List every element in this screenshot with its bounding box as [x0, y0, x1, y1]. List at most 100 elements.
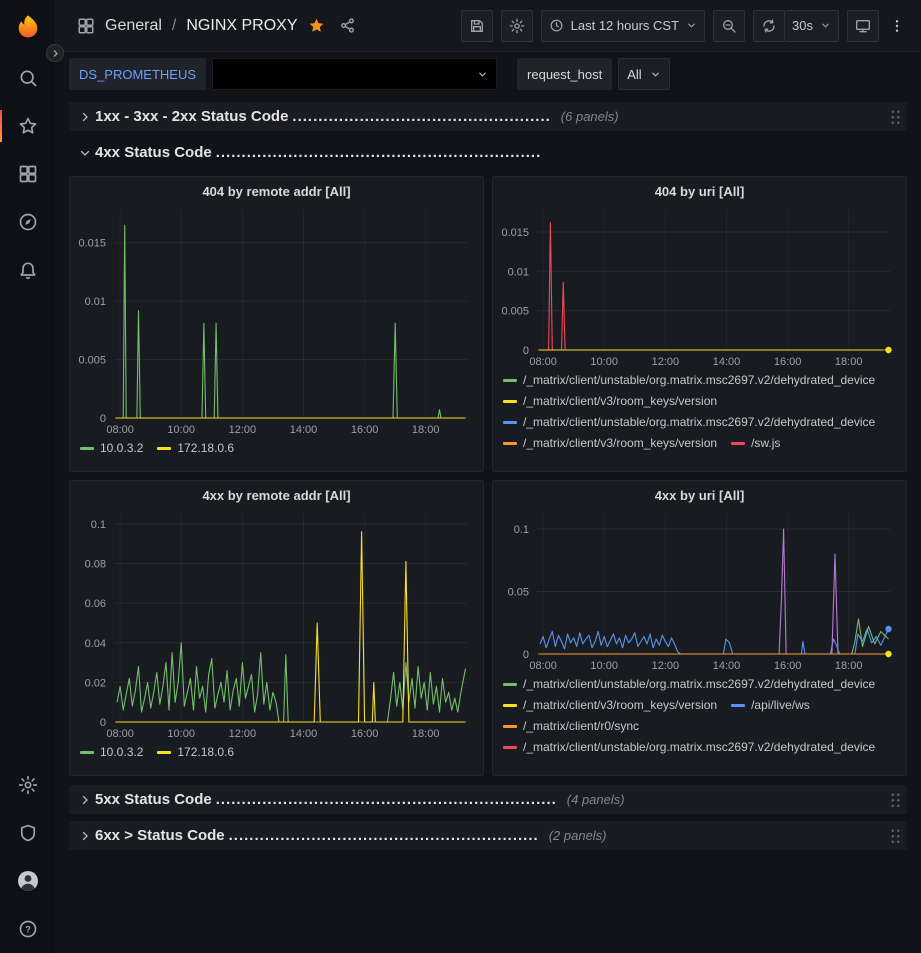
- svg-text:0: 0: [523, 345, 529, 357]
- row-1xx-3xx-2xx-status-code[interactable]: 1xx - 3xx - 2xx Status Code ............…: [69, 102, 907, 131]
- legend-item[interactable]: 10.0.3.2: [80, 441, 143, 455]
- legend-item[interactable]: /api/live/ws: [731, 698, 810, 712]
- sidebar-item-alerting[interactable]: [0, 246, 55, 294]
- legend-item[interactable]: /_matrix/client/unstable/org.matrix.msc2…: [503, 415, 875, 429]
- legend-label: 10.0.3.2: [100, 745, 143, 759]
- legend-swatch: [503, 683, 517, 686]
- row-drag-handle[interactable]: [890, 792, 901, 808]
- legend-item[interactable]: 172.18.0.6: [157, 745, 234, 759]
- legend-item[interactable]: 10.0.3.2: [80, 745, 143, 759]
- legend-item[interactable]: /_matrix/client/r0/sync: [503, 719, 639, 733]
- svg-text:0.02: 0.02: [85, 677, 106, 689]
- row-4xx-status-code[interactable]: 4xx Status Code ........................…: [69, 138, 907, 167]
- share-icon[interactable]: [339, 17, 356, 34]
- legend-swatch: [503, 746, 517, 749]
- row-5xx-status-code[interactable]: 5xx Status Code ........................…: [69, 785, 907, 814]
- refresh-interval-picker[interactable]: 30s: [785, 10, 839, 42]
- row-6xx-status-code[interactable]: 6xx > Status Code ......................…: [69, 821, 907, 850]
- legend-item[interactable]: 172.18.0.6: [157, 441, 234, 455]
- row-title-dots: ........................................…: [216, 791, 557, 808]
- dashboards-grid-icon: [18, 164, 38, 184]
- chevron-down-icon: [477, 69, 488, 80]
- panel-chart[interactable]: 00.050.108:0010:0012:0014:0016:0018:00: [493, 506, 906, 674]
- svg-text:18:00: 18:00: [835, 356, 863, 368]
- svg-text:12:00: 12:00: [652, 660, 680, 672]
- svg-text:0.005: 0.005: [78, 355, 106, 367]
- legend-item[interactable]: /_matrix/client/unstable/org.matrix.msc2…: [503, 740, 875, 754]
- dashboard-settings-button[interactable]: [501, 10, 533, 42]
- legend-item[interactable]: /sw.js: [731, 436, 780, 450]
- row-drag-handle[interactable]: [890, 828, 901, 844]
- sidebar: ?: [0, 0, 55, 953]
- bell-icon: [18, 260, 38, 280]
- sidebar-spacer: [0, 294, 55, 761]
- panel-title[interactable]: 4xx by uri [All]: [493, 481, 906, 506]
- datasource-variable-select[interactable]: [212, 58, 497, 90]
- sidebar-item-explore[interactable]: [0, 198, 55, 246]
- legend-item[interactable]: /_matrix/client/unstable/org.matrix.msc2…: [503, 677, 875, 691]
- legend-swatch: [503, 442, 517, 445]
- compass-icon: [18, 212, 38, 232]
- panel-chart[interactable]: 00.020.040.060.080.108:0010:0012:0014:00…: [70, 506, 483, 742]
- chevron-down-icon: [686, 20, 697, 31]
- user-avatar-icon: [16, 869, 40, 893]
- legend-item[interactable]: /_matrix/client/v3/room_keys/version: [503, 394, 717, 408]
- breadcrumb-section[interactable]: General: [105, 17, 162, 35]
- panel-title[interactable]: 404 by uri [All]: [493, 177, 906, 202]
- svg-text:14:00: 14:00: [290, 728, 318, 740]
- svg-text:0.015: 0.015: [78, 238, 106, 250]
- svg-text:0.06: 0.06: [85, 598, 106, 610]
- panel-chart[interactable]: 00.0050.010.01508:0010:0012:0014:0016:00…: [70, 202, 483, 438]
- row-title: 1xx - 3xx - 2xx Status Code: [95, 108, 288, 125]
- legend-swatch: [503, 704, 517, 707]
- row-panel-count: (6 panels): [561, 109, 619, 124]
- refresh-button[interactable]: [753, 10, 785, 42]
- panel-title[interactable]: 4xx by remote addr [All]: [70, 481, 483, 506]
- legend-label: /sw.js: [751, 436, 780, 450]
- chevron-right-icon: [75, 111, 95, 123]
- save-dashboard-button[interactable]: [461, 10, 493, 42]
- grafana-app: ? General / NGINX PROXY: [0, 0, 921, 953]
- legend-label: /_matrix/client/r0/sync: [523, 719, 639, 733]
- legend-item[interactable]: /_matrix/client/v3/room_keys/version: [503, 436, 717, 450]
- svg-text:?: ?: [25, 924, 31, 934]
- svg-text:14:00: 14:00: [290, 424, 318, 436]
- legend-item[interactable]: /_matrix/client/unstable/org.matrix.msc2…: [503, 373, 875, 387]
- sidebar-expand-button[interactable]: [46, 44, 64, 62]
- sidebar-item-dashboards[interactable]: [0, 150, 55, 198]
- sidebar-item-server-admin[interactable]: [0, 809, 55, 857]
- cycle-view-mode-button[interactable]: [847, 10, 879, 42]
- panel-legend: /_matrix/client/unstable/org.matrix.msc2…: [493, 674, 906, 775]
- sidebar-item-help[interactable]: ?: [0, 905, 55, 953]
- panel-chart[interactable]: 00.0050.010.01508:0010:0012:0014:0016:00…: [493, 202, 906, 370]
- sidebar-item-configuration[interactable]: [0, 761, 55, 809]
- kebab-menu-icon[interactable]: [887, 18, 907, 34]
- svg-text:10:00: 10:00: [167, 728, 195, 740]
- legend-item[interactable]: /_matrix/client/v3/room_keys/version: [503, 698, 717, 712]
- legend-label: /_matrix/client/v3/room_keys/version: [523, 394, 717, 408]
- legend-label: /api/live/ws: [751, 698, 810, 712]
- grafana-logo[interactable]: [0, 0, 55, 54]
- panel-title[interactable]: 404 by remote addr [All]: [70, 177, 483, 202]
- sidebar-item-profile[interactable]: [0, 857, 55, 905]
- svg-text:16:00: 16:00: [774, 660, 802, 672]
- zoom-out-icon: [721, 18, 737, 34]
- zoom-out-button[interactable]: [713, 10, 745, 42]
- svg-text:08:00: 08:00: [106, 728, 134, 740]
- row-drag-handle[interactable]: [890, 109, 901, 125]
- legend-label: 172.18.0.6: [177, 745, 234, 759]
- svg-text:0.01: 0.01: [508, 266, 529, 278]
- panels-grid: 404 by remote addr [All] 00.0050.010.015…: [69, 176, 907, 776]
- sidebar-item-starred[interactable]: [0, 102, 55, 150]
- row-title-dots: ........................................…: [229, 827, 539, 844]
- svg-text:18:00: 18:00: [835, 660, 863, 672]
- request-host-variable-select[interactable]: All: [618, 58, 669, 90]
- favorite-star-icon[interactable]: [308, 17, 325, 34]
- legend-swatch: [503, 725, 517, 728]
- refresh-icon: [761, 18, 777, 34]
- clock-icon: [549, 18, 564, 33]
- sidebar-item-search[interactable]: [0, 54, 55, 102]
- main-area: General / NGINX PROXY: [55, 0, 921, 953]
- time-range-picker[interactable]: Last 12 hours CST: [541, 10, 705, 42]
- legend-swatch: [80, 447, 94, 450]
